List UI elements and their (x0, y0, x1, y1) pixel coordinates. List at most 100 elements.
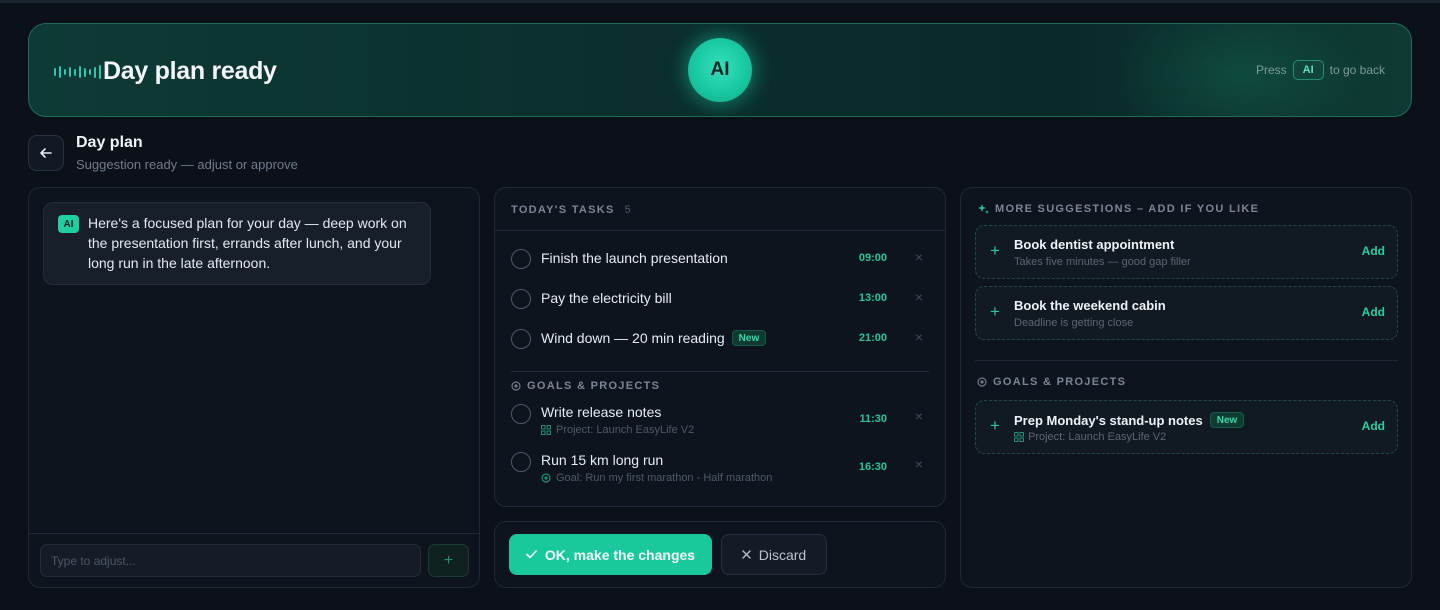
task-checkbox[interactable] (511, 289, 531, 309)
suggestion-card[interactable]: + Book dentist appointment Takes five mi… (975, 225, 1398, 279)
suggestion-project-text: Project: Launch EasyLife V2 (1028, 431, 1167, 443)
task-time: 09:00 (858, 252, 887, 264)
task-project: Project: Launch EasyLife V2 (541, 424, 694, 436)
task-project-text: Project: Launch EasyLife V2 (556, 424, 695, 436)
suggestions-heading-label: MORE SUGGESTIONS – ADD IF YOU LIKE (995, 203, 1260, 215)
grid-icon (1014, 432, 1024, 442)
adjust-input[interactable] (40, 544, 421, 577)
new-badge: New (1209, 412, 1245, 428)
go-back-hint: Press AI to go back (1256, 60, 1385, 80)
task-time: 13:00 (858, 292, 887, 304)
task-checkbox[interactable] (511, 452, 531, 472)
hint-prefix: Press (1255, 63, 1287, 77)
ai-orb-button[interactable]: AI (688, 38, 752, 102)
task-row[interactable]: Finish the launch presentation 09:00 × (495, 244, 945, 274)
task-row[interactable]: Run 15 km long run Goal: Run my first ma… (495, 447, 945, 487)
ai-orb-label: AI (710, 59, 730, 80)
suggestion-title-text: Book the weekend cabin (1014, 298, 1166, 313)
new-badge: New (731, 330, 767, 346)
suggestion-subtitle: Takes five minutes — good gap filler (1014, 256, 1191, 268)
goals-heading-label: GOALS & PROJECTS (527, 380, 661, 392)
arrow-left-icon (40, 148, 52, 158)
remove-task-icon[interactable]: × (915, 456, 923, 472)
suggestions-divider (975, 360, 1398, 361)
tasks-heading-label: TODAY'S TASKS (511, 204, 615, 216)
task-checkbox[interactable] (511, 404, 531, 424)
banner-title: Day plan ready (103, 57, 277, 85)
target-icon (541, 473, 551, 483)
plus-icon: + (990, 302, 1000, 321)
actions-panel: OK, make the changes Discard (494, 521, 946, 588)
close-icon (742, 550, 751, 559)
add-suggestion-button[interactable]: Add (1362, 419, 1385, 433)
window-top-edge (0, 0, 1440, 3)
task-label-text: Finish the launch presentation (541, 250, 728, 266)
discard-button-label: Discard (758, 546, 807, 563)
add-suggestion-button[interactable]: Add (1362, 305, 1385, 319)
remove-task-icon[interactable]: × (915, 249, 923, 265)
tasks-header-divider (495, 230, 945, 231)
suggestion-title: Prep Monday's stand-up notes New (1014, 412, 1245, 428)
suggestion-title-text: Book dentist appointment (1014, 237, 1175, 252)
task-label: Write release notes (541, 404, 661, 420)
task-label: Run 15 km long run (541, 452, 663, 468)
voice-wave-icon (54, 64, 101, 80)
task-row[interactable]: Write release notes Project: Launch Easy… (495, 399, 945, 439)
suggestion-card[interactable]: + Book the weekend cabin Deadline is get… (975, 286, 1398, 340)
tasks-heading: TODAY'S TASKS 5 (511, 204, 632, 216)
remove-task-icon[interactable]: × (915, 408, 923, 424)
task-label: Wind down — 20 min reading New (541, 330, 767, 346)
target-icon (511, 381, 521, 391)
ai-message-text: Here's a focused plan for your day — dee… (88, 215, 407, 271)
task-label-text: Wind down — 20 min reading (541, 330, 725, 346)
ai-message: AI Here's a focused plan for your day — … (43, 202, 431, 285)
task-goal-text: Goal: Run my first marathon - Half marat… (556, 472, 773, 484)
ai-banner: Day plan ready AI Press AI to go back (28, 23, 1412, 117)
remove-task-icon[interactable]: × (915, 329, 923, 345)
task-label-text: Pay the electricity bill (541, 290, 672, 306)
ai-key-badge: AI (1292, 60, 1324, 80)
sparkle-icon (978, 204, 989, 214)
task-label: Finish the launch presentation (541, 250, 728, 266)
ai-avatar-badge: AI (58, 215, 79, 233)
task-label: Pay the electricity bill (541, 290, 672, 306)
suggestion-subtitle: Deadline is getting close (1014, 317, 1134, 329)
suggestion-card[interactable]: + Prep Monday's stand-up notes New Proje… (975, 400, 1398, 454)
grid-icon (541, 425, 551, 435)
task-label-text: Write release notes (541, 404, 662, 420)
send-button[interactable]: + (428, 544, 469, 577)
approve-button[interactable]: OK, make the changes (509, 534, 712, 575)
task-time: 11:30 (859, 413, 887, 425)
goals-heading: GOALS & PROJECTS (511, 380, 660, 392)
task-checkbox[interactable] (511, 249, 531, 269)
task-time: 16:30 (858, 461, 887, 473)
suggestions-panel: MORE SUGGESTIONS – ADD IF YOU LIKE + Boo… (960, 187, 1412, 588)
chat-divider (29, 533, 479, 534)
check-icon (526, 550, 537, 559)
plus-icon: + (443, 551, 454, 569)
suggestion-goals-heading-label: GOALS & PROJECTS (993, 376, 1127, 388)
chat-panel: AI Here's a focused plan for your day — … (28, 187, 480, 588)
task-row[interactable]: Wind down — 20 min reading New 21:00 × (495, 324, 945, 354)
add-suggestion-button[interactable]: Add (1362, 244, 1385, 258)
suggestion-title: Book the weekend cabin (1014, 298, 1166, 313)
suggestion-project: Project: Launch EasyLife V2 (1014, 431, 1166, 443)
page-subtitle: Suggestion ready — adjust or approve (76, 157, 298, 172)
target-icon (977, 377, 987, 387)
task-row[interactable]: Pay the electricity bill 13:00 × (495, 284, 945, 314)
back-button[interactable] (28, 135, 64, 171)
goals-divider (511, 371, 929, 372)
task-time: 21:00 (858, 332, 887, 344)
task-label-text: Run 15 km long run (541, 452, 664, 468)
page-title: Day plan (76, 134, 143, 151)
suggestion-title-text: Prep Monday's stand-up notes (1014, 412, 1203, 428)
discard-button[interactable]: Discard (721, 534, 827, 575)
task-checkbox[interactable] (511, 329, 531, 349)
suggestion-title: Book dentist appointment (1014, 237, 1174, 252)
task-goal: Goal: Run my first marathon - Half marat… (541, 472, 772, 484)
hint-suffix: to go back (1329, 63, 1385, 77)
remove-task-icon[interactable]: × (915, 289, 923, 305)
approve-button-label: OK, make the changes (544, 546, 696, 563)
suggestions-heading: MORE SUGGESTIONS – ADD IF YOU LIKE (977, 203, 1259, 215)
plus-icon: + (990, 416, 1000, 435)
